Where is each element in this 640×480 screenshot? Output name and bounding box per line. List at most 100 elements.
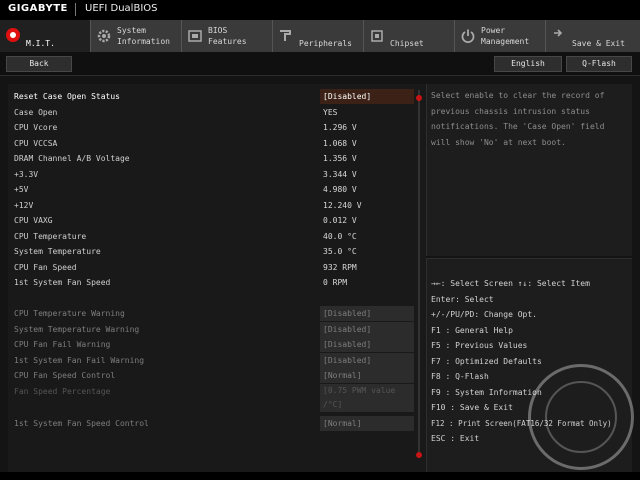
tab-label: BIOS Features <box>208 26 247 46</box>
save-exit-icon <box>554 29 563 37</box>
back-button[interactable]: Back <box>6 56 72 72</box>
main-tab-bar: M.I.T. System Information BIOS Features … <box>0 20 640 52</box>
language-button[interactable]: English <box>494 56 562 72</box>
mit-dot-icon <box>6 28 20 42</box>
setting-row: +3.3V 3.344 V <box>14 167 414 182</box>
tab-label: Chipset <box>390 39 424 48</box>
setting-row: Case Open YES <box>14 105 414 120</box>
setting-row: CPU VCCSA 1.068 V <box>14 136 414 151</box>
sub-toolbar: Back English Q-Flash <box>0 52 640 76</box>
title-bar: GIGABYTE UEFI DualBIOS <box>0 0 640 20</box>
setting-row: CPU Temperature 40.0 °C <box>14 229 414 244</box>
setting-row[interactable]: CPU Temperature Warning [Disabled] <box>14 306 414 321</box>
product-name: UEFI DualBIOS <box>85 3 158 14</box>
scroll-up-icon[interactable] <box>416 95 422 101</box>
setting-value[interactable]: [Disabled] <box>320 89 414 104</box>
setting-value: 932 RPM <box>323 262 357 272</box>
tab-bios-features[interactable]: BIOS Features <box>182 20 273 52</box>
help-text: Select enable to clear the record of pre… <box>431 91 605 147</box>
setting-row: +12V 12.240 V <box>14 198 414 213</box>
setting-row-reset-case-open[interactable]: Reset Case Open Status [Disabled] <box>14 89 414 104</box>
tab-label: System Information <box>117 26 170 46</box>
setting-value: 40.0 °C <box>323 231 357 241</box>
tab-peripherals[interactable]: Peripherals <box>273 20 364 52</box>
setting-value: 1.296 V <box>323 123 357 132</box>
power-icon <box>461 29 475 43</box>
setting-value: 0 RPM <box>323 278 348 287</box>
scrollbar[interactable] <box>418 90 420 458</box>
setting-row: System Temperature 35.0 °C <box>14 244 414 259</box>
title-divider <box>75 3 76 16</box>
setting-value: 0.012 V <box>323 216 357 225</box>
tab-chipset[interactable]: Chipset <box>364 20 455 52</box>
setting-label: +3.3V <box>14 169 39 179</box>
setting-label: 1st System Fan Speed <box>14 278 111 287</box>
key-hint: Enter: Select <box>431 294 494 304</box>
key-hint: F10 : Save & Exit <box>431 403 513 412</box>
setting-value[interactable]: [Disabled] <box>320 352 414 368</box>
setting-value[interactable]: [Normal] <box>320 416 414 431</box>
setting-label: CPU VCCSA <box>14 138 58 148</box>
bios-features-icon <box>188 30 202 42</box>
tab-system-information[interactable]: System Information <box>91 20 182 52</box>
qflash-button[interactable]: Q-Flash <box>566 56 632 72</box>
setting-value: 4.980 V <box>323 185 357 194</box>
bottom-bar <box>0 472 640 480</box>
watermark-logo <box>528 364 634 470</box>
setting-row[interactable]: CPU Fan Speed Control [Normal] <box>14 368 414 383</box>
key-hint: F7 : Optimized Defaults <box>431 356 542 366</box>
key-hint: F8 : Q-Flash <box>431 372 489 381</box>
setting-value: 1.356 V <box>323 154 357 163</box>
setting-label: Reset Case Open Status <box>14 92 120 101</box>
setting-label: 1st System Fan Fail Warning <box>14 355 145 365</box>
tab-label: Save & Exit <box>572 39 625 48</box>
setting-row: +5V 4.980 V <box>14 182 414 197</box>
key-hint: ESC : Exit <box>431 434 480 443</box>
setting-row: CPU VAXG 0.012 V <box>14 213 414 228</box>
setting-value: [0.75 PWM value <box>320 384 414 398</box>
setting-value[interactable]: [Disabled] <box>320 321 414 337</box>
key-hint: F5 : Previous Values <box>431 341 528 350</box>
setting-row[interactable]: System Temperature Warning [Disabled] <box>14 321 414 337</box>
setting-value: YES <box>323 107 338 117</box>
setting-value[interactable]: [Disabled] <box>320 306 414 321</box>
setting-label: CPU Fan Fail Warning <box>14 340 111 349</box>
setting-row: CPU Fan Speed 932 RPM <box>14 260 414 275</box>
setting-value[interactable]: [Normal] <box>320 368 414 383</box>
setting-value: 12.240 V <box>323 200 362 210</box>
chipset-icon <box>371 30 383 42</box>
setting-row[interactable]: CPU Fan Fail Warning [Disabled] <box>14 337 414 352</box>
setting-value: 35.0 °C <box>323 247 357 256</box>
tab-power-management[interactable]: Power Management <box>455 20 546 52</box>
key-hint: →←: Select Screen ↑↓: Select Item <box>431 279 590 288</box>
setting-label: CPU Temperature <box>14 231 87 241</box>
tab-label: Peripherals <box>299 39 352 48</box>
setting-label: 1st System Fan Speed Control <box>14 419 149 428</box>
tab-label: Power Management <box>481 26 530 46</box>
scroll-down-icon[interactable] <box>416 452 422 458</box>
key-hint: F1 : General Help <box>431 325 513 335</box>
tab-mit[interactable]: M.I.T. <box>0 20 91 52</box>
setting-row[interactable]: 1st System Fan Speed Control [Normal] <box>14 416 414 431</box>
key-hint: F9 : System Information <box>431 387 542 397</box>
setting-label: CPU Fan Speed <box>14 262 77 272</box>
setting-value: 1.068 V <box>323 138 357 148</box>
setting-label: CPU Vcore <box>14 123 58 132</box>
setting-label: System Temperature <box>14 247 101 256</box>
setting-label: +12V <box>14 200 34 210</box>
peripherals-icon <box>280 30 291 41</box>
help-panel: Select enable to clear the record of pre… <box>426 84 632 256</box>
setting-row[interactable]: 1st System Fan Fail Warning [Disabled] <box>14 352 414 368</box>
setting-label: CPU Fan Speed Control <box>14 371 116 380</box>
setting-label: DRAM Channel A/B Voltage <box>14 154 130 163</box>
tab-save-exit[interactable]: Save & Exit <box>546 20 640 52</box>
setting-label: Case Open <box>14 107 58 117</box>
setting-value[interactable]: [Disabled] <box>320 337 414 352</box>
setting-label: CPU Temperature Warning <box>14 309 125 318</box>
setting-value: 3.344 V <box>323 169 357 179</box>
setting-row: CPU Vcore 1.296 V <box>14 120 414 135</box>
tab-label: M.I.T. <box>26 39 55 48</box>
setting-label: CPU VAXG <box>14 216 53 225</box>
brand-logo: GIGABYTE <box>8 3 68 14</box>
key-hint: +/-/PU/PD: Change Opt. <box>431 310 537 319</box>
